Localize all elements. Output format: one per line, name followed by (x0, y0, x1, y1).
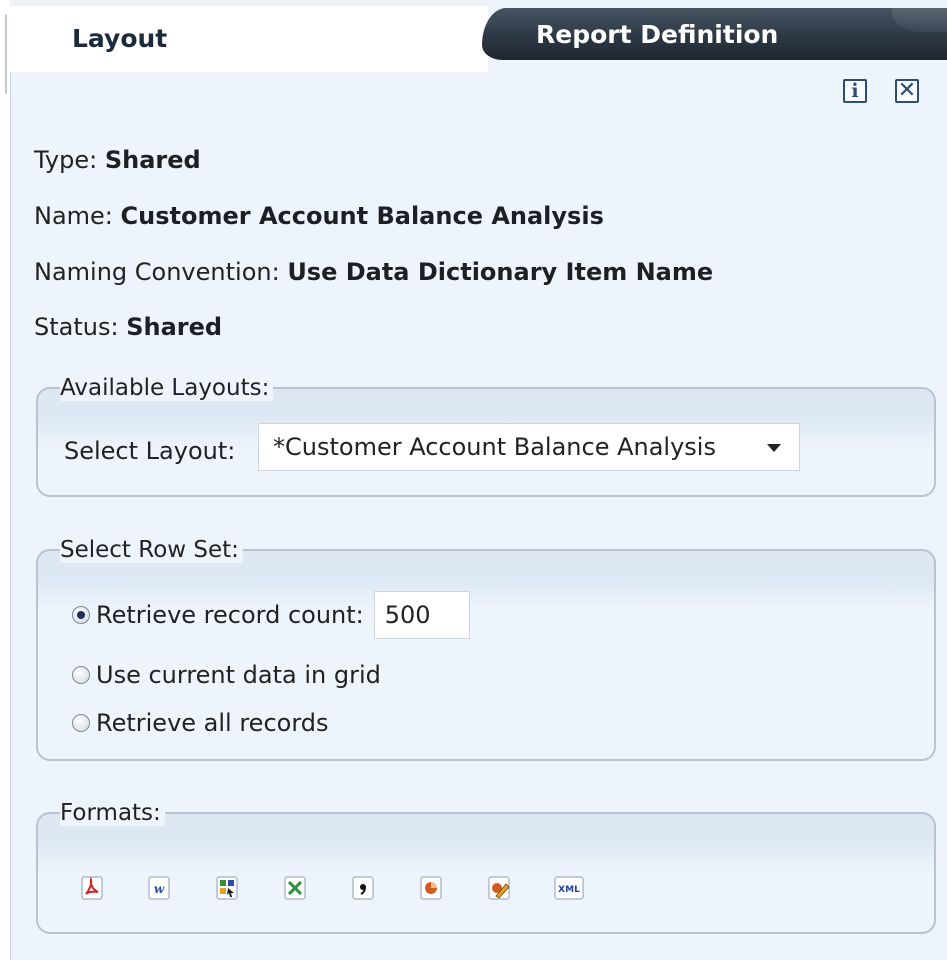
select-layout-label: Select Layout: (64, 437, 236, 465)
close-icon[interactable]: ✕ (895, 79, 919, 103)
naming-convention-line: Naming Convention: Use Data Dictionary I… (34, 258, 713, 286)
formats-legend: Formats: (60, 800, 165, 826)
record-count-input[interactable]: 500 (373, 591, 470, 639)
radio-all-records-label: Retrieve all records (96, 709, 329, 737)
naming-convention-label: Naming Convention: (34, 258, 280, 286)
name-label: Name: (34, 202, 113, 230)
radio-all-records[interactable] (72, 714, 90, 732)
svg-text:XML: XML (558, 885, 580, 895)
formats-group: Formats: w XML (36, 800, 936, 934)
radio-current-grid[interactable] (72, 666, 90, 684)
info-icon[interactable]: i (843, 79, 867, 103)
left-edge (0, 0, 10, 960)
one-view-layout-icon[interactable] (216, 876, 238, 900)
status-label: Status: (34, 313, 119, 341)
radio-record-count-label: Retrieve record count: (96, 601, 364, 629)
status-line: Status: Shared (34, 313, 222, 341)
csv-icon[interactable] (352, 876, 374, 900)
tab-notch (892, 8, 947, 32)
type-line: Type: Shared (34, 146, 201, 174)
available-layouts-legend: Available Layouts: (60, 375, 274, 401)
tab-report-definition-label: Report Definition (536, 20, 779, 49)
radio-current-grid-label: Use current data in grid (96, 661, 381, 689)
excel-icon[interactable] (284, 876, 306, 900)
row-set-legend: Select Row Set: (60, 537, 243, 563)
available-layouts-group: Available Layouts: Select Layout: *Custo… (36, 375, 936, 497)
type-value: Shared (104, 146, 201, 174)
select-layout-dropdown[interactable]: *Customer Account Balance Analysis (258, 423, 800, 471)
tab-layout-label: Layout (72, 24, 168, 53)
xml-icon[interactable]: XML (554, 876, 584, 900)
name-line: Name: Customer Account Balance Analysis (34, 202, 604, 230)
radio-record-count[interactable] (72, 606, 90, 624)
tab-layout[interactable]: Layout (10, 0, 488, 72)
row-set-option-record-count[interactable]: Retrieve record count: 500 (72, 591, 470, 639)
chevron-down-icon (767, 444, 781, 452)
select-layout-value: *Customer Account Balance Analysis (273, 433, 716, 461)
svg-text:w: w (154, 882, 165, 896)
powerpoint-icon[interactable] (420, 876, 442, 900)
type-label: Type: (34, 146, 98, 174)
status-value: Shared (126, 313, 223, 341)
pdf-icon[interactable] (81, 876, 103, 900)
tab-report-definition[interactable]: Report Definition (482, 8, 947, 60)
row-set-group: Select Row Set: Retrieve record count: 5… (36, 537, 936, 761)
row-set-option-current-grid[interactable]: Use current data in grid (72, 661, 381, 689)
row-set-option-all-records[interactable]: Retrieve all records (72, 709, 329, 737)
naming-convention-value: Use Data Dictionary Item Name (287, 258, 714, 286)
edit-template-icon[interactable] (488, 876, 510, 900)
word-icon[interactable]: w (148, 876, 170, 900)
panel-border (5, 14, 7, 94)
name-value: Customer Account Balance Analysis (120, 202, 604, 230)
